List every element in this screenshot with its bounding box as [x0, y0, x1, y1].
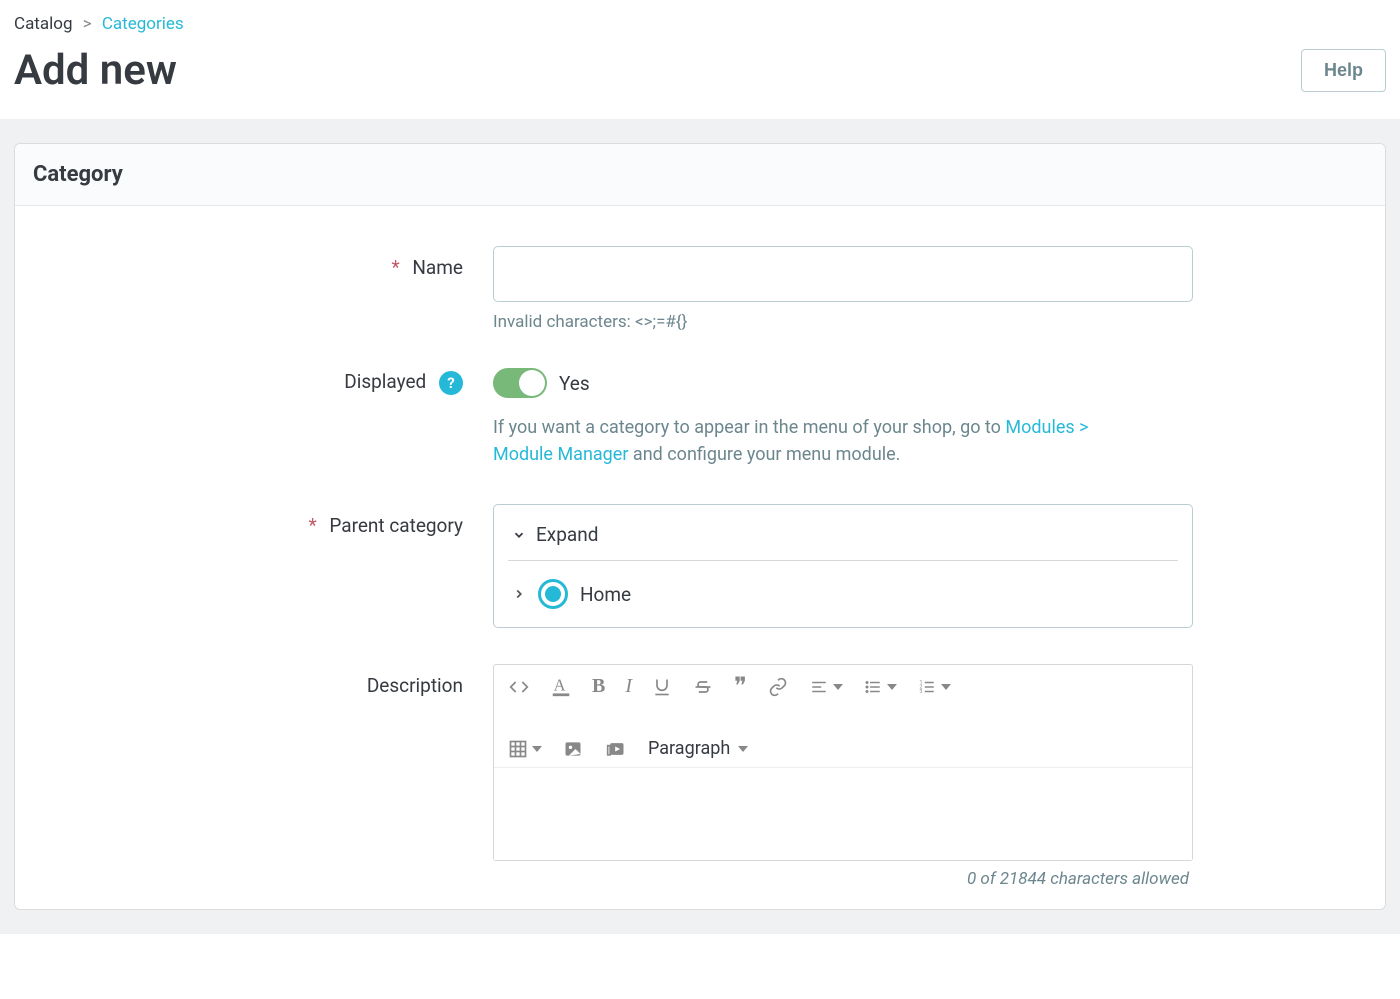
tree-item-home[interactable]: Home: [508, 561, 1178, 609]
caret-icon: [941, 684, 951, 690]
video-icon[interactable]: [604, 739, 628, 759]
breadcrumb-root[interactable]: Catalog: [14, 14, 73, 34]
expand-toggle[interactable]: Expand: [508, 517, 1178, 561]
displayed-value: Yes: [559, 372, 590, 395]
align-icon[interactable]: [809, 678, 843, 696]
name-hint: Invalid characters: <>;=#{}: [493, 312, 1193, 332]
chevron-down-icon: [512, 528, 526, 542]
breadcrumb-current[interactable]: Categories: [102, 14, 184, 34]
char-count: 0 of 21844 characters allowed: [493, 869, 1193, 889]
source-code-icon[interactable]: [508, 677, 530, 697]
tree-item-label: Home: [580, 583, 631, 606]
caret-icon: [532, 746, 542, 752]
category-panel: Category * Name Invalid characters: <>;=…: [14, 143, 1386, 910]
name-input[interactable]: [493, 246, 1193, 302]
panel-title: Category: [15, 144, 1385, 206]
displayed-toggle[interactable]: [493, 368, 547, 398]
parent-tree: Expand Home: [493, 504, 1193, 628]
text-color-icon[interactable]: A: [550, 676, 572, 698]
underline-icon[interactable]: [652, 676, 672, 698]
breadcrumb-sep: >: [83, 14, 92, 34]
editor-body[interactable]: [494, 768, 1192, 860]
breadcrumb: Catalog > Categories: [14, 14, 1386, 34]
tree-radio[interactable]: [538, 579, 568, 609]
blockquote-icon[interactable]: ❞: [734, 681, 747, 693]
strikethrough-icon[interactable]: [692, 677, 714, 697]
svg-text:A: A: [554, 676, 566, 695]
table-icon[interactable]: [508, 739, 542, 759]
svg-text:3: 3: [919, 689, 922, 695]
image-icon[interactable]: [562, 739, 584, 759]
expand-label: Expand: [536, 523, 598, 546]
help-icon[interactable]: ?: [439, 371, 463, 395]
caret-icon: [833, 684, 843, 690]
description-label: Description: [367, 674, 463, 697]
displayed-info: If you want a category to appear in the …: [493, 414, 1143, 468]
link-icon[interactable]: [767, 677, 789, 697]
name-label: Name: [412, 256, 463, 279]
editor-toolbar: A B I ❞: [494, 665, 1192, 768]
displayed-label: Displayed: [344, 370, 426, 393]
caret-icon: [887, 684, 897, 690]
help-button[interactable]: Help: [1301, 49, 1386, 92]
bullet-list-icon[interactable]: [863, 678, 897, 696]
paragraph-select[interactable]: Paragraph: [648, 738, 748, 759]
italic-icon[interactable]: I: [625, 675, 632, 698]
required-marker: *: [308, 514, 316, 537]
required-marker: *: [391, 256, 399, 279]
toggle-knob: [519, 370, 545, 396]
page-title: Add new: [14, 46, 177, 95]
number-list-icon[interactable]: 123: [917, 678, 951, 696]
bold-icon[interactable]: B: [592, 675, 605, 698]
caret-icon: [738, 746, 748, 752]
rich-text-editor: A B I ❞: [493, 664, 1193, 861]
parent-label: Parent category: [329, 514, 463, 537]
chevron-right-icon: [512, 587, 526, 601]
